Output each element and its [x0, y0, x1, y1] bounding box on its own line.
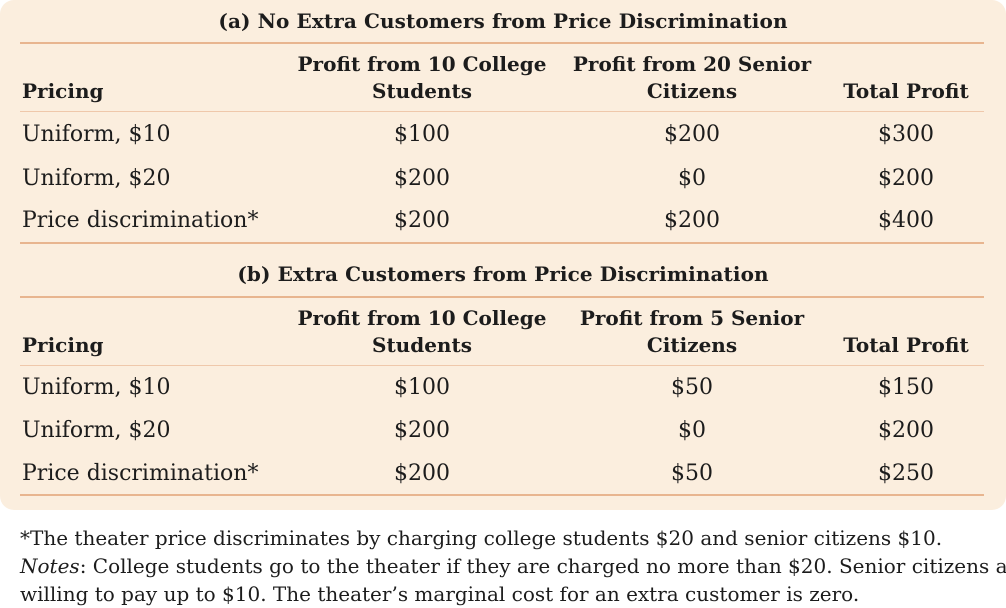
panel-a-bottom-rule: [20, 242, 984, 244]
panel-a-header-college-line1: Profit from 10 College: [297, 52, 547, 76]
panel-b-row1-college: $100: [394, 375, 450, 400]
panel-a-header-senior-line2: Citizens: [646, 79, 738, 103]
panel-b-header-rule: [20, 365, 984, 366]
panel-b-title: (b) Extra Customers from Price Discrimin…: [237, 262, 769, 286]
panel-b-top-rule: [20, 296, 984, 298]
table-panel: (a) No Extra Customers from Price Discri…: [0, 0, 1006, 510]
panel-a-row3-college: $200: [394, 208, 450, 233]
panel-a-header-college: Profit from 10 College Students: [292, 51, 552, 105]
notes-line-2: willing to pay up to $10. The theater’s …: [20, 582, 860, 606]
panel-b-row1-pricing: Uniform, $10: [22, 375, 171, 400]
panel-b-row1-senior: $50: [671, 375, 713, 400]
panel-b-row3-college: $200: [394, 461, 450, 486]
panel-b-header-senior: Profit from 5 Senior Citizens: [562, 305, 822, 359]
panel-a-header-college-line2: Students: [372, 79, 472, 103]
panel-a-header-rule: [20, 111, 984, 112]
panel-a-header-senior: Profit from 20 Senior Citizens: [562, 51, 822, 105]
panel-a-row3-senior: $200: [664, 208, 720, 233]
panel-a-row2-college: $200: [394, 166, 450, 191]
panel-b-header-college-line2: Students: [372, 333, 472, 357]
panel-a-row1-college: $100: [394, 122, 450, 147]
panel-a-header-pricing: Pricing: [22, 79, 104, 103]
panel-a-title: (a) No Extra Customers from Price Discri…: [218, 9, 788, 33]
panel-a-header-senior-line1: Profit from 20 Senior: [572, 52, 812, 76]
panel-b-row2-college: $200: [394, 418, 450, 443]
panel-b-header-college: Profit from 10 College Students: [292, 305, 552, 359]
notes-text-1: : College students go to the theater if …: [79, 554, 1006, 578]
panel-a-row2-pricing: Uniform, $20: [22, 166, 171, 191]
panel-b-row2-total: $200: [878, 418, 934, 443]
panel-b-header-total: Total Profit: [843, 333, 969, 357]
panel-a-header-total: Total Profit: [843, 79, 969, 103]
footnote: *The theater price discriminates by char…: [20, 526, 943, 550]
panel-b-header-senior-line2: Citizens: [646, 333, 738, 357]
panel-b-row3-total: $250: [878, 461, 934, 486]
panel-b-header-college-line1: Profit from 10 College: [297, 306, 547, 330]
notes-label: Notes: [20, 554, 80, 578]
panel-b-header-pricing: Pricing: [22, 333, 104, 357]
panel-a-row3-pricing: Price discrimination*: [22, 208, 259, 233]
panel-b-header-senior-line1: Profit from 5 Senior: [579, 306, 805, 330]
panel-b-row1-total: $150: [878, 375, 934, 400]
panel-b-bottom-rule: [20, 494, 984, 496]
panel-b-row3-pricing: Price discrimination*: [22, 461, 259, 486]
panel-b-row3-senior: $50: [671, 461, 713, 486]
panel-a-row1-senior: $200: [664, 122, 720, 147]
panel-a-top-rule: [20, 42, 984, 44]
panel-a-row3-total: $400: [878, 208, 934, 233]
panel-a-row1-pricing: Uniform, $10: [22, 122, 171, 147]
panel-a-row2-senior: $0: [678, 166, 706, 191]
panel-a-row1-total: $300: [878, 122, 934, 147]
notes-line-1: Notes: College students go to the theate…: [20, 553, 1006, 580]
panel-b-row2-pricing: Uniform, $20: [22, 418, 171, 443]
panel-b-row2-senior: $0: [678, 418, 706, 443]
panel-a-row2-total: $200: [878, 166, 934, 191]
